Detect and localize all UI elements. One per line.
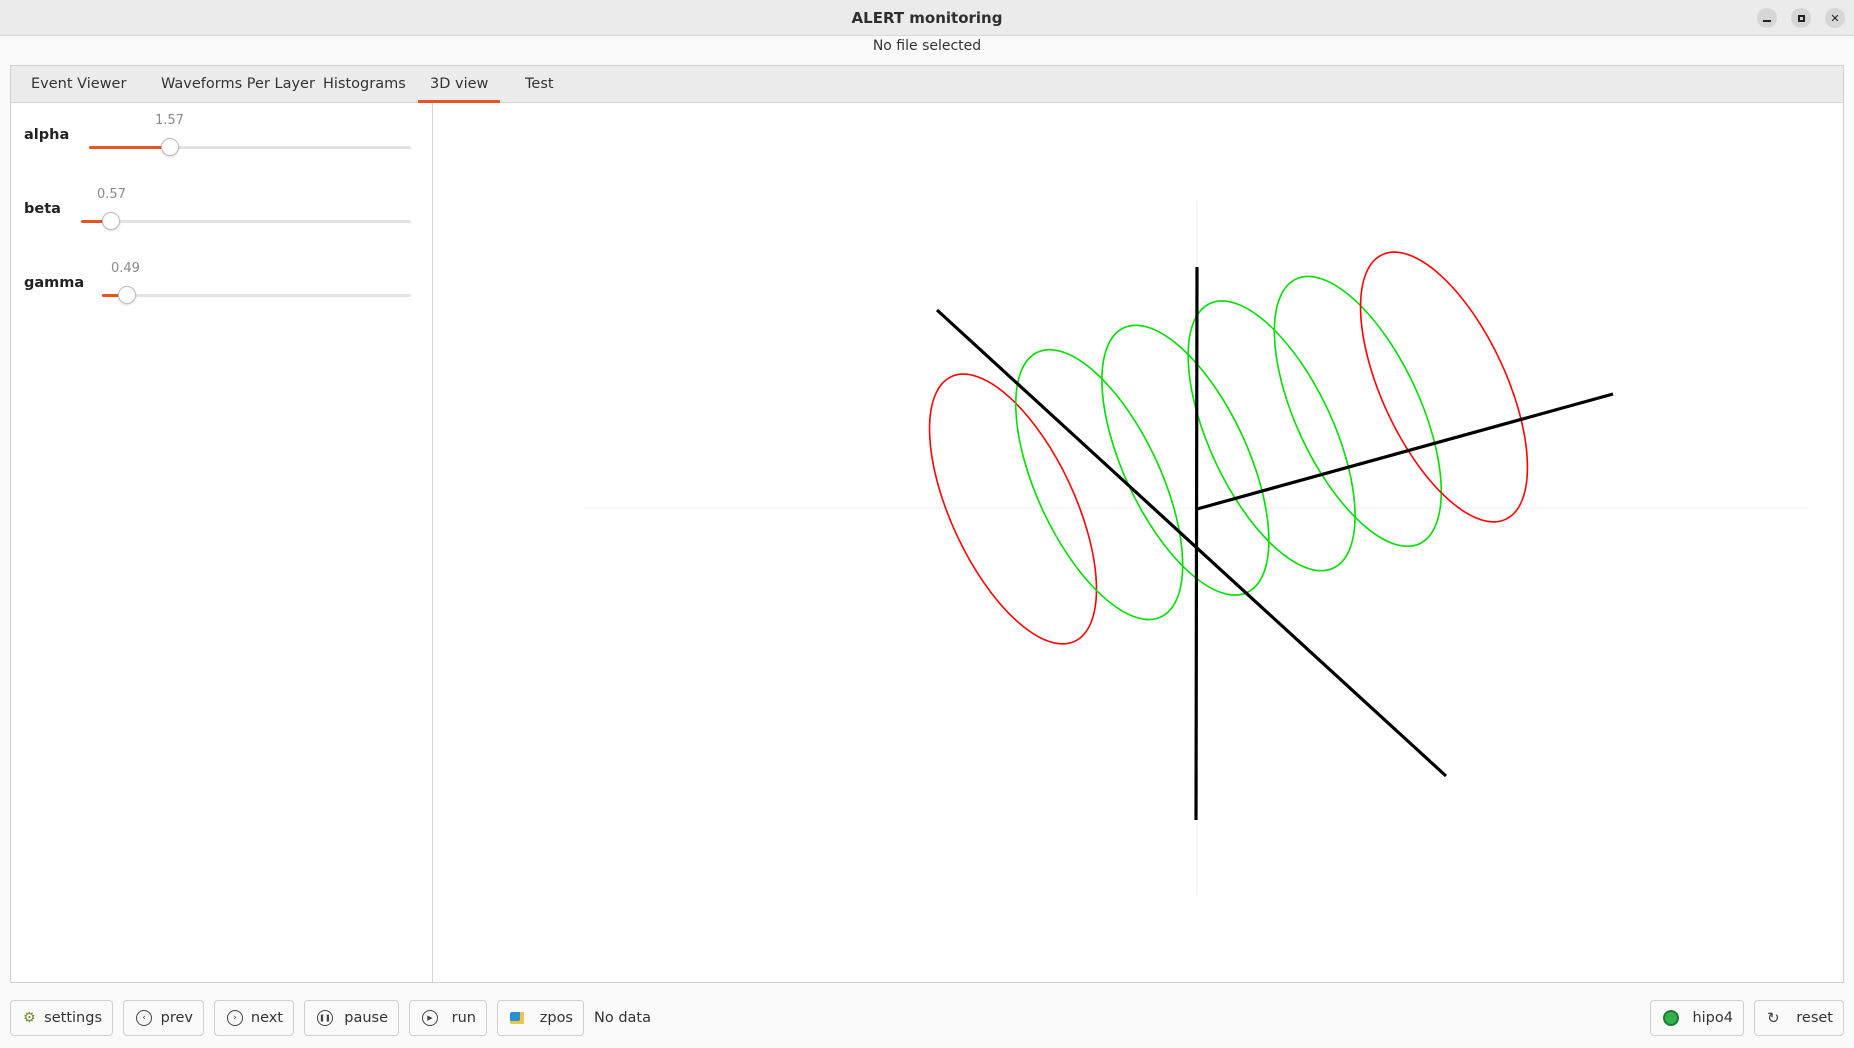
next-label: next [250, 1010, 283, 1026]
endcap-ring [928, 373, 1098, 645]
play-icon: ▶ [422, 1010, 438, 1026]
slider-label-beta: beta [24, 201, 61, 217]
prev-label: prev [160, 1010, 193, 1026]
3d-view-canvas[interactable] [433, 103, 1843, 982]
reset-button[interactable]: ↻ reset [1754, 1000, 1844, 1036]
settings-button[interactable]: ⚙ settings [10, 1000, 113, 1036]
run-label: run [451, 1010, 476, 1026]
settings-icon: ⚙ [23, 1010, 36, 1026]
detector-ring [1187, 300, 1356, 572]
chevron-right-icon: › [227, 1010, 243, 1026]
run-button[interactable]: ▶ run [409, 1000, 487, 1036]
settings-label: settings [44, 1010, 102, 1026]
slider-handle-gamma[interactable] [117, 286, 136, 304]
slider-handle-alpha[interactable] [160, 138, 179, 156]
chevron-left-icon: ‹ [136, 1010, 152, 1026]
tab-event-viewer[interactable]: Event Viewer [19, 66, 138, 103]
tab-bar: Event Viewer Waveforms Per Layer Histogr… [11, 66, 1843, 103]
minimize-button[interactable] [1757, 8, 1777, 28]
tab-widget: Event Viewer Waveforms Per Layer Histogr… [10, 65, 1844, 983]
zpos-icon [510, 1012, 524, 1024]
zpos-label: zpos [539, 1010, 573, 1026]
pause-label: pause [344, 1010, 388, 1026]
hipo4-button[interactable]: hipo4 [1650, 1000, 1744, 1036]
maximize-icon [1797, 14, 1805, 22]
tab-histograms[interactable]: Histograms [311, 66, 418, 103]
tab-waveforms-per-layer[interactable]: Waveforms Per Layer [149, 66, 327, 103]
slider-gamma[interactable] [102, 286, 411, 304]
endcap-ring [1359, 251, 1529, 523]
maximize-button[interactable] [1791, 8, 1811, 28]
slider-row-alpha: alpha 1.57 [11, 113, 433, 173]
slider-row-gamma: gamma 0.49 [11, 261, 433, 321]
pause-icon: ❚❚ [317, 1010, 333, 1026]
slider-label-gamma: gamma [24, 275, 85, 291]
minimize-icon [1763, 19, 1771, 22]
slider-value-gamma: 0.49 [111, 261, 140, 276]
prev-button[interactable]: ‹ prev [123, 1000, 204, 1036]
slider-beta[interactable] [81, 212, 411, 230]
3d-scene [584, 201, 1808, 895]
hipo4-label: hipo4 [1692, 1010, 1733, 1026]
pause-button[interactable]: ❚❚ pause [304, 1000, 399, 1036]
detector-ring [1273, 275, 1443, 548]
file-status: No file selected [872, 38, 982, 54]
axis-beam [1196, 392, 1614, 511]
detector-rings [928, 251, 1529, 645]
title-bar: ALERT monitoring ✕ [0, 0, 1854, 36]
close-button[interactable]: ✕ [1825, 8, 1845, 28]
reset-label: reset [1796, 1010, 1833, 1026]
zpos-button[interactable]: zpos [497, 1000, 584, 1036]
next-button[interactable]: › next [214, 1000, 294, 1036]
slider-row-beta: beta 0.57 [11, 187, 433, 247]
close-icon: ✕ [1830, 11, 1840, 25]
axis-diagonal [935, 308, 1448, 778]
control-panel: alpha 1.57 beta 0.57 gamma 0.49 [11, 103, 433, 982]
axis-vertical [1194, 266, 1199, 821]
slider-label-alpha: alpha [24, 127, 70, 143]
slider-handle-beta[interactable] [101, 212, 120, 230]
hipo-icon [1663, 1010, 1679, 1026]
tab-3d-view[interactable]: 3D view [418, 66, 501, 103]
reset-icon: ↻ [1767, 1009, 1780, 1027]
window-title: ALERT monitoring [851, 9, 1003, 27]
slider-alpha[interactable] [89, 138, 411, 156]
data-status: No data [594, 1010, 651, 1026]
slider-value-beta: 0.57 [97, 187, 126, 202]
bottom-toolbar: ⚙ settings ‹ prev › next ❚❚ pause ▶ run … [0, 1000, 1854, 1040]
tab-test[interactable]: Test [513, 66, 566, 103]
detector-ring [1014, 348, 1184, 621]
slider-fill-alpha [89, 146, 170, 149]
slider-value-alpha: 1.57 [155, 113, 184, 128]
